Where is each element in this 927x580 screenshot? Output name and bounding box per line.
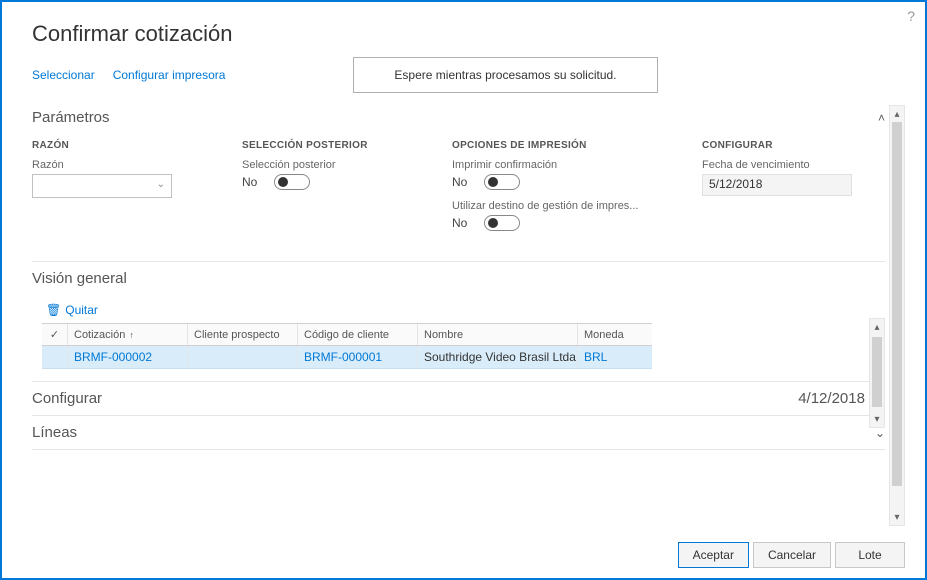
later-selection-toggle[interactable] (274, 174, 310, 190)
cancel-button[interactable]: Cancelar (753, 542, 831, 568)
config-printer-link[interactable]: Configurar impresora (113, 68, 226, 82)
reason-label: Razón (32, 159, 192, 171)
later-selection-head: SELECCIÓN POSTERIOR (242, 140, 402, 151)
configure-section-header[interactable]: Configurar 4/12/2018 ⌄ (32, 384, 885, 413)
reason-column: RAZÓN Razón ⌄ (32, 140, 192, 241)
divider (32, 415, 885, 416)
overview-heading: Visión general (32, 270, 127, 287)
col-name[interactable]: Nombre (418, 324, 578, 345)
ok-button[interactable]: Aceptar (678, 542, 749, 568)
chevron-down-icon: ⌄ (157, 179, 165, 190)
print-options-head: OPCIONES DE IMPRESIÓN (452, 140, 652, 151)
configure-section-date: 4/12/2018 (798, 390, 865, 407)
col-currency[interactable]: Moneda (578, 324, 652, 345)
parameters-header[interactable]: Parámetros ˄ (32, 103, 885, 132)
col-quotation-label: Cotización (74, 329, 125, 341)
sort-asc-icon: ↑ (129, 330, 134, 340)
remove-label: Quitar (65, 303, 98, 317)
select-link[interactable]: Seleccionar (32, 68, 95, 82)
configure-head: CONFIGURAR (702, 140, 862, 151)
later-selection-value: No (242, 175, 264, 189)
help-icon[interactable]: ? (907, 8, 915, 24)
divider (32, 449, 885, 450)
batch-button[interactable]: Lote (835, 542, 905, 568)
configure-column: CONFIGURAR Fecha de vencimiento 5/12/201… (702, 140, 862, 241)
use-dest-toggle[interactable] (484, 215, 520, 231)
cell-prospect (188, 346, 298, 368)
main-scrollbar[interactable]: ▴ ▾ (889, 105, 905, 526)
status-message: Espere mientras procesamos su solicitud. (353, 57, 657, 93)
later-selection-label: Selección posterior (242, 159, 402, 171)
print-confirm-value: No (452, 175, 474, 189)
print-confirm-toggle[interactable] (484, 174, 520, 190)
reason-head: RAZÓN (32, 140, 192, 151)
use-dest-label: Utilizar destino de gestión de impres... (452, 200, 652, 212)
col-customer-code[interactable]: Código de cliente (298, 324, 418, 345)
scroll-thumb[interactable] (872, 337, 882, 407)
scroll-up-icon[interactable]: ▴ (890, 106, 904, 122)
overview-scrollbar[interactable]: ▴ ▾ (869, 318, 885, 428)
remove-button[interactable]: 🗑 Quitar (46, 303, 885, 317)
later-selection-column: SELECCIÓN POSTERIOR Selección posterior … (242, 140, 402, 241)
reason-select[interactable]: ⌄ (32, 174, 172, 198)
scroll-up-icon[interactable]: ▴ (870, 319, 884, 335)
grid-header-row: ✓ Cotización ↑ Cliente prospecto Código … (42, 323, 652, 346)
configure-section-heading: Configurar (32, 390, 102, 407)
col-quotation[interactable]: Cotización ↑ (68, 324, 188, 345)
print-confirm-label: Imprimir confirmación (452, 159, 652, 171)
select-all-header[interactable]: ✓ (42, 324, 68, 345)
main-scroll-area: Parámetros ˄ RAZÓN Razón ⌄ SELECCIÓN POS… (32, 103, 905, 528)
row-checkbox[interactable] (42, 346, 68, 368)
dialog-window: ? Confirmar cotización Seleccionar Confi… (0, 0, 927, 580)
trash-icon: 🗑 (46, 303, 61, 317)
cell-quotation[interactable]: BRMF-000002 (68, 346, 188, 368)
footer-buttons: Aceptar Cancelar Lote (678, 542, 905, 568)
lines-section-heading: Líneas (32, 424, 77, 441)
overview-grid: ✓ Cotización ↑ Cliente prospecto Código … (42, 323, 652, 369)
parameters-body: RAZÓN Razón ⌄ SELECCIÓN POSTERIOR Selecc… (32, 132, 885, 259)
col-prospect[interactable]: Cliente prospecto (188, 324, 298, 345)
due-date-label: Fecha de vencimiento (702, 159, 862, 171)
scroll-down-icon[interactable]: ▾ (870, 411, 884, 427)
toolbar: Seleccionar Configurar impresora Espere … (32, 57, 905, 93)
overview-body: 🗑 Quitar ✓ Cotización ↑ Cliente prospect… (32, 293, 885, 379)
parameters-heading: Parámetros (32, 109, 110, 126)
lines-section-header[interactable]: Líneas ⌄ (32, 418, 885, 447)
overview-header[interactable]: Visión general (32, 264, 885, 293)
cell-name: Southridge Video Brasil Ltda (418, 346, 578, 368)
scroll-thumb[interactable] (892, 122, 902, 486)
cell-customer-code[interactable]: BRMF-000001 (298, 346, 418, 368)
divider (32, 381, 885, 382)
use-dest-value: No (452, 216, 474, 230)
chevron-up-icon[interactable]: ˄ (878, 111, 885, 125)
divider (32, 261, 885, 262)
cell-currency[interactable]: BRL (578, 346, 652, 368)
print-options-column: OPCIONES DE IMPRESIÓN Imprimir confirmac… (452, 140, 652, 241)
table-row[interactable]: BRMF-000002 BRMF-000001 Southridge Video… (42, 346, 652, 369)
page-title: Confirmar cotización (32, 21, 905, 47)
scroll-down-icon[interactable]: ▾ (890, 509, 904, 525)
due-date-input[interactable]: 5/12/2018 (702, 174, 852, 196)
